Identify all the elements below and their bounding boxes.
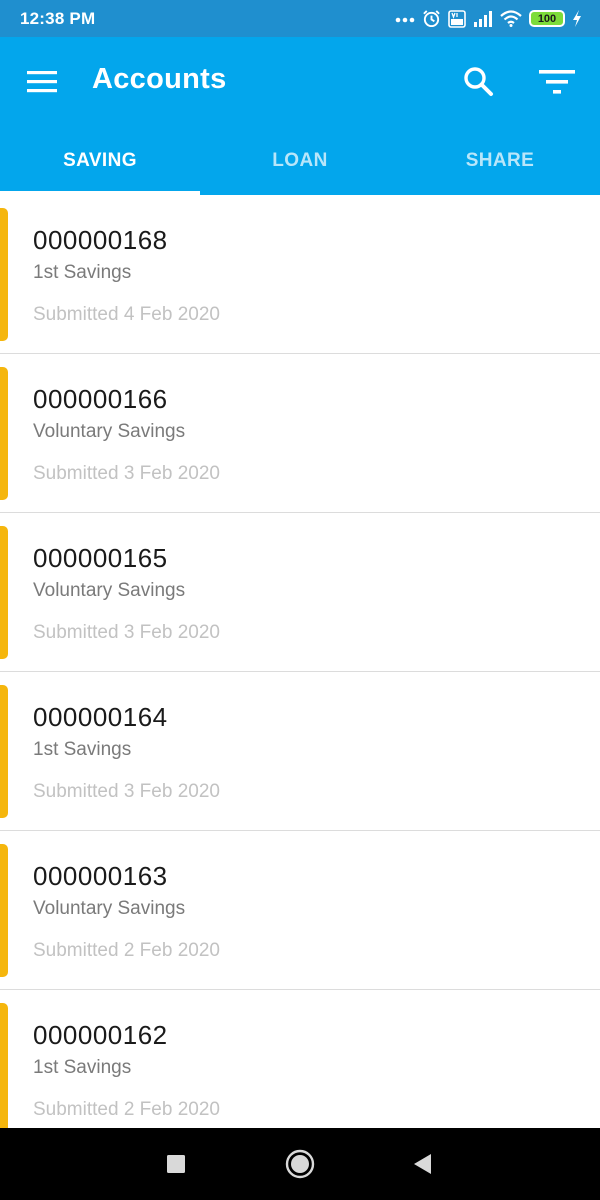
- recents-button[interactable]: [160, 1148, 192, 1180]
- toolbar: Accounts: [0, 37, 600, 127]
- search-button[interactable]: [460, 63, 496, 99]
- account-number: 000000163: [33, 861, 168, 891]
- account-list-item[interactable]: 000000165 Voluntary Savings Submitted 3 …: [0, 513, 600, 672]
- account-product: Voluntary Savings: [33, 421, 186, 442]
- charging-icon: [573, 10, 581, 27]
- system-nav-bar: [0, 1128, 600, 1200]
- battery-level: 100: [537, 12, 557, 25]
- account-submitted-date: Submitted 3 Feb 2020: [33, 781, 220, 802]
- app-bar: Accounts SAVING LOAN SHARE: [0, 37, 600, 195]
- account-submitted-date: Submitted 3 Feb 2020: [33, 463, 220, 484]
- account-submitted-date: Submitted 4 Feb 2020: [33, 304, 220, 325]
- tab-saving[interactable]: SAVING: [0, 127, 200, 195]
- status-strip: [0, 367, 8, 500]
- account-product: Voluntary Savings: [33, 580, 186, 601]
- filter-button[interactable]: [536, 65, 580, 101]
- tab-bar: SAVING LOAN SHARE: [0, 127, 600, 195]
- account-list[interactable]: 000000168 1st Savings Submitted 4 Feb 20…: [0, 195, 600, 1128]
- account-list-item[interactable]: 000000168 1st Savings Submitted 4 Feb 20…: [0, 195, 600, 354]
- account-submitted-date: Submitted 2 Feb 2020: [33, 1099, 220, 1120]
- account-product: 1st Savings: [33, 262, 132, 283]
- signal-icon: [474, 10, 492, 27]
- status-strip: [0, 685, 8, 818]
- account-product: Voluntary Savings: [33, 898, 186, 919]
- status-strip: [0, 208, 8, 341]
- status-strip: [0, 526, 8, 659]
- tab-loan[interactable]: LOAN: [200, 127, 400, 195]
- wifi-icon: [500, 10, 522, 27]
- account-submitted-date: Submitted 3 Feb 2020: [33, 622, 220, 643]
- home-button[interactable]: [284, 1148, 316, 1180]
- account-list-item[interactable]: 000000166 Voluntary Savings Submitted 3 …: [0, 354, 600, 513]
- account-list-item[interactable]: 000000164 1st Savings Submitted 3 Feb 20…: [0, 672, 600, 831]
- status-time: 12:38 PM: [20, 8, 96, 28]
- status-strip: [0, 1003, 8, 1128]
- menu-icon: [27, 71, 57, 93]
- search-icon: [464, 67, 493, 96]
- back-icon: [414, 1154, 431, 1174]
- account-number: 000000165: [33, 543, 168, 573]
- account-submitted-date: Submitted 2 Feb 2020: [33, 940, 220, 961]
- home-icon: [285, 1149, 315, 1179]
- page-title: Accounts: [92, 63, 227, 95]
- account-product: 1st Savings: [33, 1057, 132, 1078]
- account-product: 1st Savings: [33, 739, 132, 760]
- more-dots-icon: [395, 17, 415, 22]
- account-number: 000000164: [33, 702, 168, 732]
- account-list-item[interactable]: 000000162 1st Savings Submitted 2 Feb 20…: [0, 990, 600, 1128]
- account-number: 000000166: [33, 384, 168, 414]
- back-button[interactable]: [407, 1148, 439, 1180]
- account-number: 000000162: [33, 1020, 168, 1050]
- battery-icon: 100: [529, 10, 565, 27]
- tab-share[interactable]: SHARE: [400, 127, 600, 195]
- status-bar: 12:38 PM 100: [0, 0, 600, 37]
- alarm-icon: [423, 10, 440, 28]
- status-icons: 100: [395, 9, 582, 28]
- recents-icon: [167, 1155, 185, 1173]
- account-list-item[interactable]: 000000163 Voluntary Savings Submitted 2 …: [0, 831, 600, 990]
- volte-icon: [448, 9, 466, 28]
- account-number: 000000168: [33, 225, 168, 255]
- status-strip: [0, 844, 8, 977]
- menu-button[interactable]: [24, 64, 64, 100]
- filter-icon: [539, 70, 575, 94]
